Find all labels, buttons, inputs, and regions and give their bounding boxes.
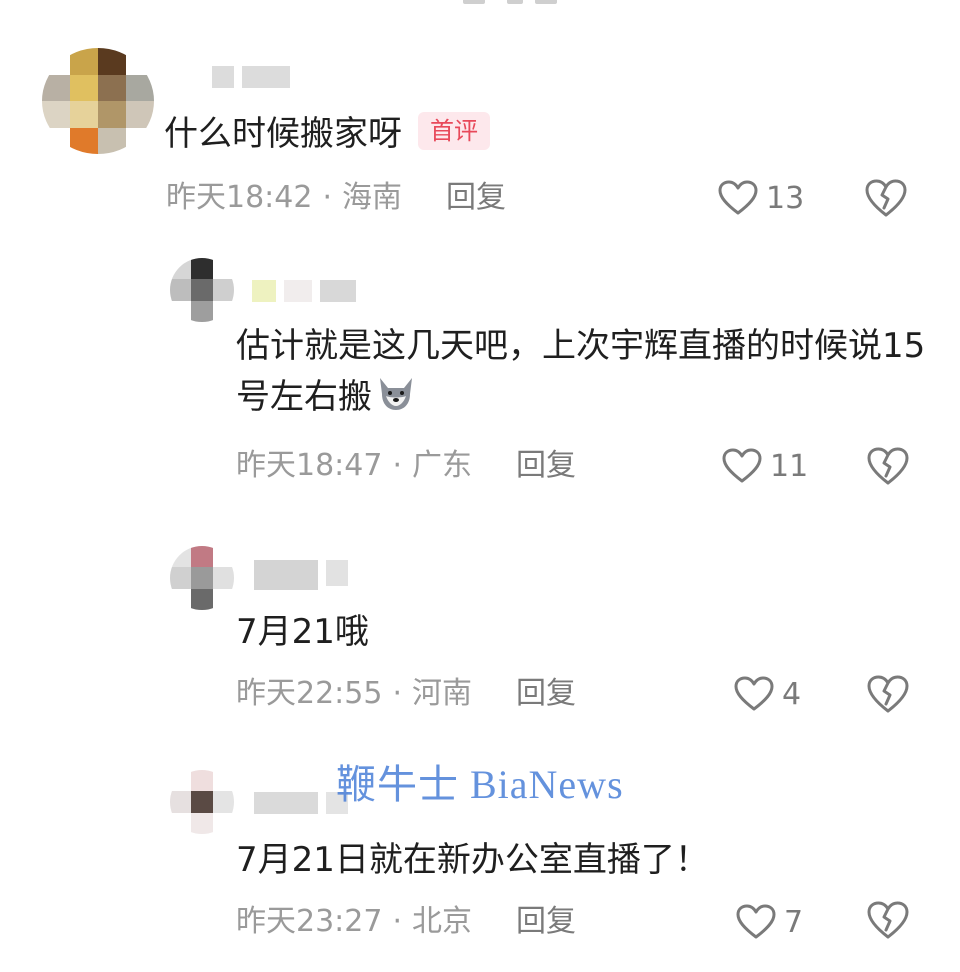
heart-outline-icon xyxy=(722,448,762,483)
comment-location: 广东 xyxy=(412,448,473,483)
like-button[interactable]: 4 xyxy=(734,674,801,714)
comment-meta: 昨天23:27 · 北京 回复 xyxy=(236,902,576,942)
reply-button[interactable]: 回复 xyxy=(516,448,576,483)
comment-meta: 昨天18:47 · 广东 回复 xyxy=(236,446,576,486)
comment-location: 北京 xyxy=(412,904,473,939)
watermark: 鞭牛士 BiaNews xyxy=(336,762,624,807)
comment-body: 7月21日就在新办公室直播了！ xyxy=(236,840,709,880)
comment-time: 昨天18:47 xyxy=(236,448,383,483)
cropped-top-remnant xyxy=(455,0,565,6)
comment-text: 什么时候搬家呀 首评 xyxy=(164,110,490,158)
heart-outline-icon xyxy=(736,904,776,939)
comment-body: 估计就是这几天吧，上次宇辉直播的时候说15号左右搬 xyxy=(236,326,926,417)
like-count: 7 xyxy=(784,904,804,940)
broken-heart-icon xyxy=(867,447,909,485)
like-button[interactable]: 11 xyxy=(722,446,808,486)
username-blurred[interactable] xyxy=(252,280,356,302)
dislike-button[interactable] xyxy=(866,900,910,940)
like-button[interactable]: 13 xyxy=(718,178,804,218)
username-blurred[interactable] xyxy=(212,66,290,88)
reply-button[interactable]: 回复 xyxy=(516,904,576,939)
avatar[interactable] xyxy=(170,546,234,610)
avatar[interactable] xyxy=(42,48,154,154)
wolf-emoji-icon xyxy=(380,378,412,410)
comment-text: 7月21日就在新办公室直播了！ xyxy=(236,836,709,884)
meta-separator: · xyxy=(392,448,403,483)
comment-meta: 昨天22:55 · 河南 回复 xyxy=(236,674,576,714)
reply-button[interactable]: 回复 xyxy=(446,180,506,215)
comment-location: 河南 xyxy=(412,676,473,711)
comment-body: 什么时候搬家呀 xyxy=(164,114,402,154)
meta-separator: · xyxy=(392,904,403,939)
broken-heart-icon xyxy=(867,901,909,939)
dislike-button[interactable] xyxy=(864,178,908,218)
like-count: 4 xyxy=(782,676,802,712)
avatar[interactable] xyxy=(170,258,234,322)
heart-outline-icon xyxy=(718,180,758,215)
broken-heart-icon xyxy=(867,675,909,713)
meta-separator: · xyxy=(392,676,403,711)
broken-heart-icon xyxy=(865,179,907,217)
heart-outline-icon xyxy=(734,676,774,711)
comment-time: 昨天18:42 xyxy=(166,180,313,215)
dislike-button[interactable] xyxy=(866,674,910,714)
comment-time: 昨天22:55 xyxy=(236,676,383,711)
username-blurred[interactable] xyxy=(254,560,348,590)
meta-separator: · xyxy=(322,180,333,215)
comment-body: 7月21哦 xyxy=(236,612,369,652)
comment-time: 昨天23:27 xyxy=(236,904,383,939)
comment-meta: 昨天18:42 · 海南 回复 xyxy=(166,178,506,218)
avatar[interactable] xyxy=(170,770,234,834)
first-comment-badge: 首评 xyxy=(418,112,490,150)
reply-button[interactable]: 回复 xyxy=(516,676,576,711)
dislike-button[interactable] xyxy=(866,446,910,486)
comment-text: 7月21哦 xyxy=(236,608,369,656)
like-button[interactable]: 7 xyxy=(736,902,803,942)
username-blurred[interactable] xyxy=(254,792,348,814)
comment-text: 估计就是这几天吧，上次宇辉直播的时候说15号左右搬 xyxy=(236,322,926,421)
like-count: 11 xyxy=(770,448,809,484)
like-count: 13 xyxy=(766,180,805,216)
comment-location: 海南 xyxy=(342,180,403,215)
